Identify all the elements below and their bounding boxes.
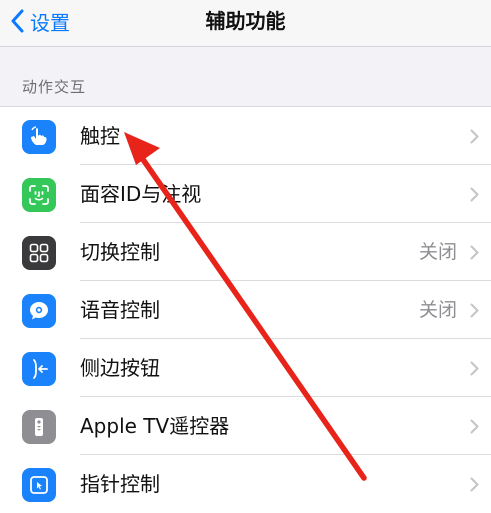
row-face-id[interactable]: 面容ID与注视 [0,165,491,223]
chevron-right-icon [470,129,479,144]
chevron-right-icon [470,477,479,492]
row-switch-control[interactable]: 切换控制 关闭 [0,223,491,281]
side-button-icon [22,352,56,386]
row-value: 关闭 [418,241,457,263]
face-id-icon [22,178,56,212]
row-label: 侧边按钮 [80,356,160,380]
row-voice-control[interactable]: 语音控制 关闭 [0,281,491,339]
row-touch[interactable]: 触控 [0,107,491,165]
chevron-right-icon [470,303,479,318]
chevron-right-icon [470,419,479,434]
voice-control-icon [22,294,56,328]
row-label: 面容ID与注视 [80,182,202,206]
row-label: 切换控制 [80,240,160,264]
pointer-control-icon [22,468,56,502]
chevron-right-icon [470,187,479,202]
hand-touch-icon [22,120,56,154]
tv-remote-icon [22,410,56,444]
row-label: 触控 [80,124,120,148]
row-label: 指针控制 [80,472,160,496]
row-pointer-control[interactable]: 指针控制 [0,455,491,513]
row-apple-tv-remote[interactable]: Apple TV遥控器 [0,397,491,455]
row-label: Apple TV遥控器 [80,414,230,438]
chevron-right-icon [470,245,479,260]
section-header: 动作交互 [22,78,87,96]
row-side-button[interactable]: 侧边按钮 [0,339,491,397]
row-value: 关闭 [418,299,457,321]
page-title: 辅助功能 [205,9,286,33]
row-label: 语音控制 [80,298,160,322]
switch-control-grid-icon [22,236,56,270]
chevron-right-icon [470,361,479,376]
settings-list: 触控 面容ID与注视 切换控制 关闭 语音控制 关闭 侧边按钮 Apple TV… [0,106,491,513]
navigation-bar: 设置 辅助功能 [0,0,491,47]
